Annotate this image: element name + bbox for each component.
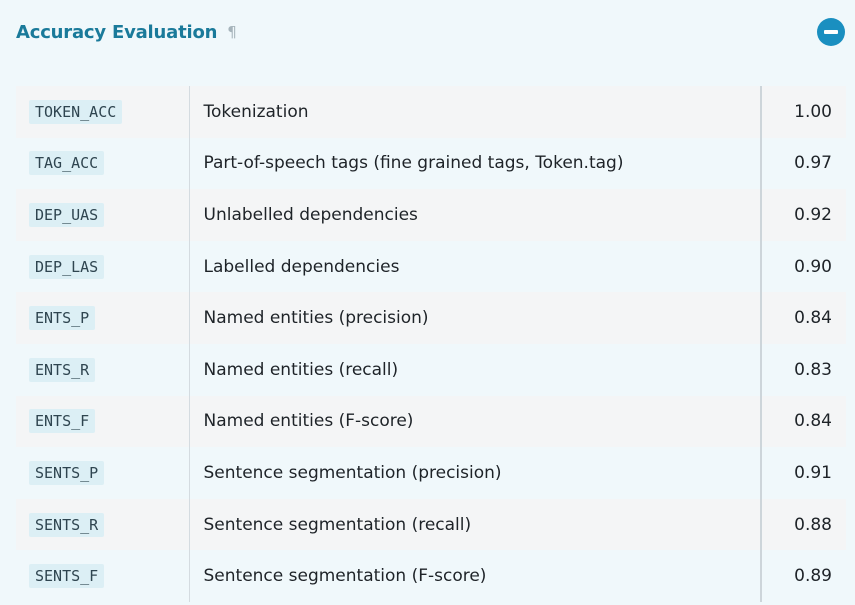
metric-key: ENTS_P xyxy=(29,306,96,331)
table-row: ENTS_P Named entities (precision) 0.84 xyxy=(16,292,846,344)
metric-key-cell: ENTS_R xyxy=(16,343,190,396)
metric-key-cell: SENTS_P xyxy=(16,447,190,499)
metric-description: Sentence segmentation (recall) xyxy=(189,498,762,551)
metric-key: DEP_LAS xyxy=(29,254,105,279)
metric-value: 0.84 xyxy=(761,395,846,448)
metric-description: Named entities (precision) xyxy=(189,292,762,344)
table-row: SENTS_F Sentence segmentation (F-score) 0.… xyxy=(16,550,846,602)
minus-circle-icon xyxy=(824,30,838,34)
metric-key-cell: TAG_ACC xyxy=(16,137,190,190)
metric-value: 0.83 xyxy=(761,343,846,396)
metric-value: 0.89 xyxy=(761,550,846,602)
metric-value: 0.90 xyxy=(761,240,846,293)
metric-value: 0.84 xyxy=(761,292,846,344)
metric-key: SENTS_F xyxy=(29,564,105,589)
metric-key-cell: DEP_UAS xyxy=(16,189,190,241)
table-row: TOKEN_ACC Tokenization 1.00 xyxy=(16,86,846,138)
metric-description: Labelled dependencies xyxy=(189,240,762,293)
table-row: ENTS_R Named entities (recall) 0.83 xyxy=(16,343,846,396)
table-row: SENTS_R Sentence segmentation (recall) 0.8… xyxy=(16,498,846,551)
collapse-section-button[interactable] xyxy=(817,18,845,46)
metric-key: TOKEN_ACC xyxy=(29,99,123,124)
metric-key: DEP_UAS xyxy=(29,202,105,227)
metric-key: TAG_ACC xyxy=(29,151,105,176)
metric-description: Part-of-speech tags (fine grained tags, … xyxy=(189,137,762,190)
metric-value: 0.97 xyxy=(761,137,846,190)
table-row: DEP_LAS Labelled dependencies 0.90 xyxy=(16,240,846,293)
metric-key-cell: SENTS_R xyxy=(16,498,190,551)
metric-description: Sentence segmentation (F-score) xyxy=(189,550,762,602)
metric-value: 0.91 xyxy=(761,447,846,499)
metric-value: 0.92 xyxy=(761,189,846,241)
metric-description: Unlabelled dependencies xyxy=(189,189,762,241)
metric-key: ENTS_R xyxy=(29,357,96,382)
table-row: SENTS_P Sentence segmentation (precision)… xyxy=(16,447,846,499)
metric-value: 0.88 xyxy=(761,498,846,551)
metric-description: Tokenization xyxy=(189,86,762,138)
permalink-anchor[interactable]: ¶ xyxy=(227,23,237,41)
table-row: ENTS_F Named entities (F-score) 0.84 xyxy=(16,395,846,448)
metric-key: SENTS_R xyxy=(29,512,105,537)
accuracy-evaluation-panel: Accuracy Evaluation ¶ TOKEN_ACC Tokenizat… xyxy=(0,0,855,605)
metric-description: Named entities (F-score) xyxy=(189,395,762,448)
metric-key: SENTS_P xyxy=(29,460,105,485)
table-row: DEP_UAS Unlabelled dependencies 0.92 xyxy=(16,189,846,241)
metric-key: ENTS_F xyxy=(29,409,96,434)
section-header: Accuracy Evaluation ¶ xyxy=(16,18,237,46)
accuracy-table: TOKEN_ACC Tokenization 1.00 TAG_ACC Part-of-… xyxy=(16,86,846,602)
metric-key-cell: SENTS_F xyxy=(16,550,190,602)
section-title: Accuracy Evaluation xyxy=(16,21,218,43)
metric-key-cell: ENTS_P xyxy=(16,292,190,344)
metric-value: 1.00 xyxy=(761,86,846,138)
table-row: TAG_ACC Part-of-speech tags (fine grained… xyxy=(16,137,846,190)
metric-key-cell: ENTS_F xyxy=(16,395,190,448)
metric-key-cell: TOKEN_ACC xyxy=(16,86,190,138)
metric-description: Sentence segmentation (precision) xyxy=(189,447,762,499)
metric-description: Named entities (recall) xyxy=(189,343,762,396)
metric-key-cell: DEP_LAS xyxy=(16,240,190,293)
